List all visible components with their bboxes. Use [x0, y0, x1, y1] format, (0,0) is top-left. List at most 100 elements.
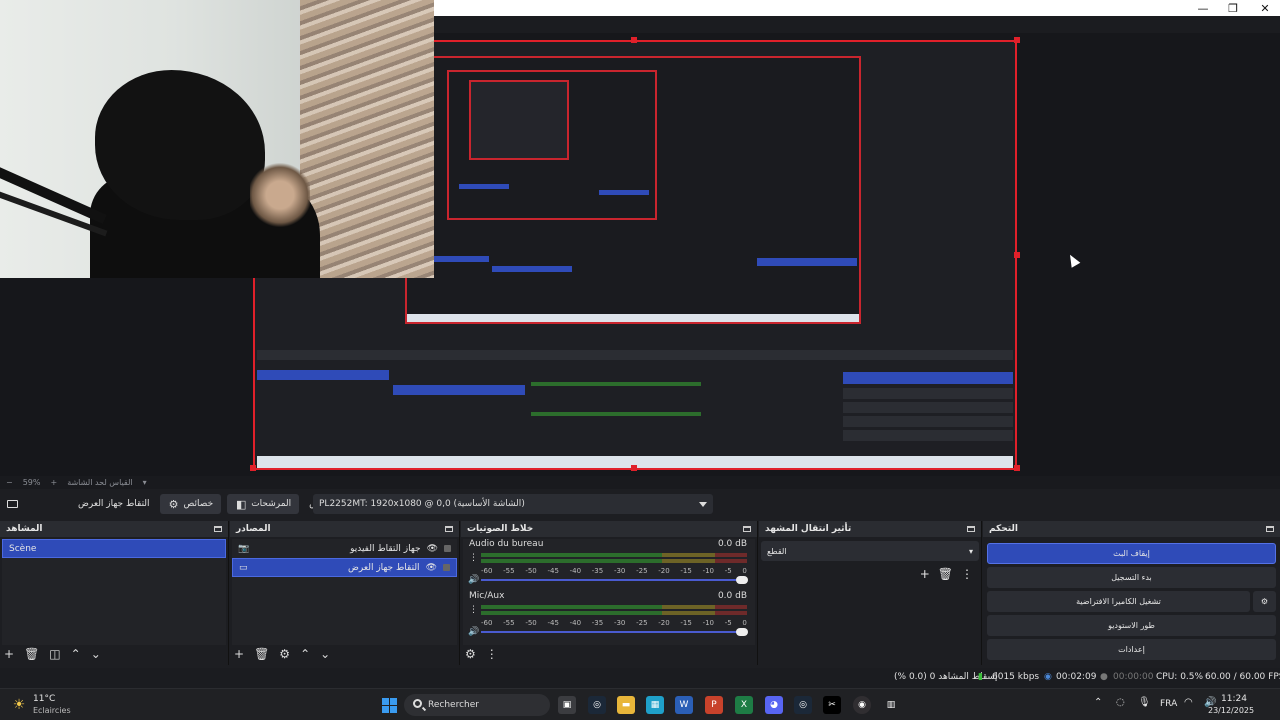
kebab-menu-icon[interactable]: ⋮ [486, 647, 498, 661]
discord-icon[interactable]: ◕ [765, 696, 783, 714]
volume-slider[interactable] [481, 576, 748, 584]
chevron-up-icon[interactable]: ⌃ [300, 647, 310, 661]
excel-icon[interactable]: X [735, 696, 753, 714]
gear-icon[interactable]: ⚙ [279, 647, 290, 661]
trash-icon[interactable]: 🗑 [24, 647, 39, 661]
stop-streaming-button[interactable]: إيقاف البث [987, 543, 1276, 564]
undock-icon[interactable] [445, 526, 453, 532]
maximize-button[interactable]: ❐ [1218, 0, 1248, 16]
filters-button[interactable]: ◧ المرشحات [227, 494, 300, 514]
clock-time[interactable]: 11:24 [1221, 694, 1247, 704]
resize-handle[interactable] [1014, 465, 1020, 471]
zoom-out-icon[interactable]: − [6, 478, 13, 487]
studio-mode-button[interactable]: طور الاستوديو [987, 615, 1276, 636]
bitrate: 6015 kbps [992, 672, 1040, 682]
source-item[interactable]: 📷 جهاز التقاط الفيديو 👁 [232, 539, 457, 558]
undock-icon[interactable] [1266, 526, 1274, 532]
properties-label: خصائص [183, 499, 214, 509]
volume-slider[interactable] [481, 628, 748, 636]
steam-icon[interactable]: ◎ [588, 696, 606, 714]
transition-select[interactable]: القطع ▾ [761, 541, 979, 561]
sources-header: المصادر [230, 521, 459, 537]
chevron-up-icon[interactable]: ⌃ [1094, 697, 1102, 708]
add-icon[interactable]: + [234, 647, 244, 661]
lock-icon[interactable] [443, 564, 450, 571]
mixer-channels: Audio du bureau 0.0 dB ⋮ -60 -55 -50 -45 -40… [463, 539, 755, 645]
capcut-icon[interactable]: ✂ [823, 696, 841, 714]
gear-icon: ⚙ [168, 497, 179, 511]
mic-icon[interactable]: 🎙 [1138, 697, 1151, 708]
monitor-icon: ▭ [239, 562, 248, 573]
language-indicator[interactable]: FRA [1160, 699, 1177, 709]
wifi-icon[interactable]: ◠ [1184, 697, 1193, 708]
mixer-header: خلاط الصوتيات [461, 521, 757, 537]
app-icon[interactable]: ▥ [882, 696, 900, 714]
scenes-dock: المشاهد Scène + 🗑 ◫ ⌃ ⌄ [0, 521, 229, 665]
clock-date[interactable]: 23/12/2025 [1208, 706, 1254, 715]
folder-icon[interactable]: ▬ [617, 696, 635, 714]
chevron-down-icon[interactable]: ⌄ [91, 647, 101, 661]
windows-taskbar: ☀ 11°C Eclaircies Rechercher ▣ ◎ ▬ ▦ W P… [0, 688, 1280, 720]
undock-icon[interactable] [967, 526, 975, 532]
resize-handle[interactable] [250, 465, 256, 471]
stream-time: 00:02:09 [1056, 672, 1097, 682]
minimize-button[interactable]: — [1188, 0, 1218, 16]
add-icon[interactable]: + [4, 647, 14, 661]
filter-icon[interactable]: ◫ [49, 647, 60, 661]
kebab-menu-icon[interactable]: ⋮ [469, 605, 478, 615]
scene-item[interactable]: Scène [2, 539, 226, 558]
gear-icon[interactable]: ⚙ [465, 647, 476, 661]
lock-icon[interactable] [444, 545, 451, 552]
zoom-hint[interactable]: القياس لحد الشاشة [67, 478, 132, 487]
resize-handle[interactable] [631, 37, 637, 43]
start-virtual-camera-button[interactable]: تشغيل الكاميرا الافتراضية [987, 591, 1250, 612]
resize-handle[interactable] [1014, 37, 1020, 43]
webcam-jacket-fur [250, 160, 310, 230]
powerpoint-icon[interactable]: P [705, 696, 723, 714]
trash-icon[interactable]: 🗑 [254, 647, 269, 661]
task-view-icon[interactable]: ▣ [558, 696, 576, 714]
chevron-up-icon[interactable]: ⌃ [71, 647, 81, 661]
source-item[interactable]: ▭ التقاط جهاز العرض 👁 [232, 558, 457, 577]
word-icon[interactable]: W [675, 696, 693, 714]
eye-icon[interactable]: 👁 [427, 544, 438, 554]
preview-canvas[interactable] [0, 0, 1280, 476]
slider-knob[interactable] [736, 576, 748, 584]
display-select[interactable]: PL2252MT: 1920x1080 @ 0,0 (الشاشة الأساس… [313, 494, 713, 514]
close-button[interactable]: ✕ [1250, 0, 1280, 16]
channel-db: 0.0 dB [717, 591, 747, 601]
speaker-icon[interactable]: 🔊 [468, 575, 479, 585]
obs-icon[interactable]: ◉ [853, 696, 871, 714]
start-icon[interactable] [380, 696, 398, 714]
volume-meter [481, 559, 747, 563]
zoom-in-icon[interactable]: + [50, 478, 57, 487]
kebab-menu-icon[interactable]: ⋮ [961, 567, 973, 581]
nested-studio-button [843, 416, 1013, 427]
add-icon[interactable]: + [920, 567, 930, 581]
meter-ticks: -60 -55 -50 -45 -40 -35 -30 -25 -20 -15 -10 -5 0 [481, 619, 747, 627]
gear-icon[interactable]: ⚙ [1253, 591, 1276, 612]
store-icon[interactable]: ▦ [646, 696, 664, 714]
properties-button[interactable]: ⚙ خصائص [159, 494, 222, 514]
transition-toolbar: + 🗑 ⋮ [761, 567, 979, 581]
resize-handle[interactable] [1014, 252, 1020, 258]
start-recording-button[interactable]: بدء التسجيل [987, 567, 1276, 588]
weather-icon[interactable]: ☀ [10, 696, 28, 714]
slider-knob[interactable] [736, 628, 748, 636]
nested-capture [405, 56, 861, 324]
speaker-icon[interactable]: 🔊 [468, 627, 479, 637]
network-icon[interactable]: ◌ [1116, 697, 1125, 708]
taskbar-search[interactable]: Rechercher [404, 694, 550, 716]
trash-icon[interactable]: 🗑 [938, 567, 953, 581]
steam-icon[interactable]: ◎ [794, 696, 812, 714]
undock-icon[interactable] [743, 526, 751, 532]
transitions-title: تأثير انتقال المشهد [765, 524, 852, 534]
undock-icon[interactable] [214, 526, 222, 532]
audio-mixer-dock: خلاط الصوتيات Audio du bureau 0.0 dB ⋮ -… [461, 521, 758, 665]
kebab-menu-icon[interactable]: ⋮ [469, 553, 478, 563]
settings-button[interactable]: إعدادات [987, 639, 1276, 660]
eye-icon[interactable]: 👁 [426, 563, 437, 573]
chevron-down-icon[interactable]: ▾ [143, 478, 147, 487]
chevron-down-icon[interactable]: ⌄ [320, 647, 330, 661]
resize-handle[interactable] [631, 465, 637, 471]
